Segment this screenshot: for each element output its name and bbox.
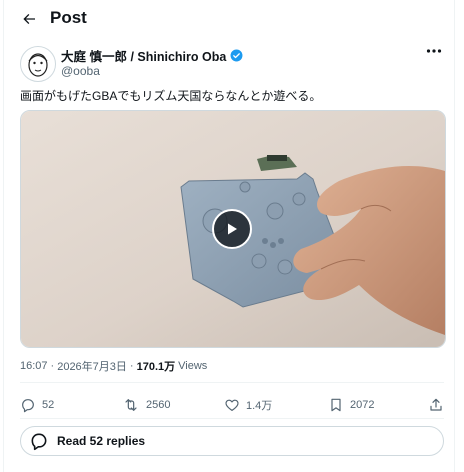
reply-count: 52 bbox=[42, 399, 55, 411]
divider bbox=[20, 418, 444, 419]
play-icon bbox=[228, 223, 237, 235]
back-button[interactable] bbox=[18, 8, 40, 30]
video-player[interactable] bbox=[20, 110, 446, 348]
post-date[interactable]: 2026年7月3日 bbox=[57, 358, 127, 374]
post-time[interactable]: 16:07 bbox=[20, 360, 48, 372]
repost-count: 2560 bbox=[146, 399, 171, 411]
divider bbox=[20, 382, 444, 383]
meta-separator: · bbox=[50, 360, 55, 372]
avatar[interactable] bbox=[20, 46, 56, 82]
author-name[interactable]: 大庭 慎一郎 / Shinichiro Oba bbox=[61, 46, 226, 65]
author-name-row[interactable]: 大庭 慎一郎 / Shinichiro Oba bbox=[61, 46, 243, 65]
bookmark-count: 2072 bbox=[350, 399, 375, 411]
bookmark-button[interactable]: 2072 bbox=[328, 396, 374, 414]
arrow-left-icon bbox=[23, 14, 35, 24]
post-meta: 16:07 · 2026年7月3日 · 170.1万 Views bbox=[20, 358, 207, 374]
read-replies-button[interactable]: Read 52 replies bbox=[20, 426, 444, 456]
reply-button[interactable]: 52 bbox=[20, 396, 54, 414]
reply-icon bbox=[22, 399, 34, 413]
views-label: Views bbox=[178, 360, 208, 372]
heart-icon bbox=[225, 399, 239, 411]
read-replies-label: Read 52 replies bbox=[57, 434, 146, 448]
page-title: Post bbox=[50, 8, 87, 27]
repost-button[interactable]: 2560 bbox=[122, 396, 170, 414]
like-button[interactable]: 1.4万 bbox=[224, 396, 272, 414]
tweet-text: 画面がもげたGBAでもリズム天国ならなんとか遊べる。 bbox=[20, 89, 322, 103]
action-bar: 52 2560 1.4万 2072 bbox=[20, 396, 446, 414]
author-handle[interactable]: @ooba bbox=[61, 64, 100, 78]
views-count: 170.1万 bbox=[136, 361, 176, 373]
post-header: Post bbox=[4, 0, 454, 36]
share-icon bbox=[430, 398, 442, 411]
share-button[interactable] bbox=[428, 396, 444, 414]
more-options-button[interactable] bbox=[424, 44, 444, 58]
more-horizontal-icon bbox=[426, 49, 442, 53]
post-column: Post 大庭 慎一郎 / Shinichiro Oba @ooba 画面がもげ… bbox=[3, 0, 455, 472]
verified-badge-icon bbox=[230, 49, 243, 62]
like-count: 1.4万 bbox=[246, 400, 273, 412]
reply-icon bbox=[31, 433, 47, 451]
play-button[interactable] bbox=[212, 209, 252, 249]
meta-separator: · bbox=[129, 360, 134, 372]
repost-icon bbox=[125, 399, 137, 411]
avatar-drawing bbox=[28, 53, 48, 77]
bookmark-icon bbox=[331, 398, 341, 412]
